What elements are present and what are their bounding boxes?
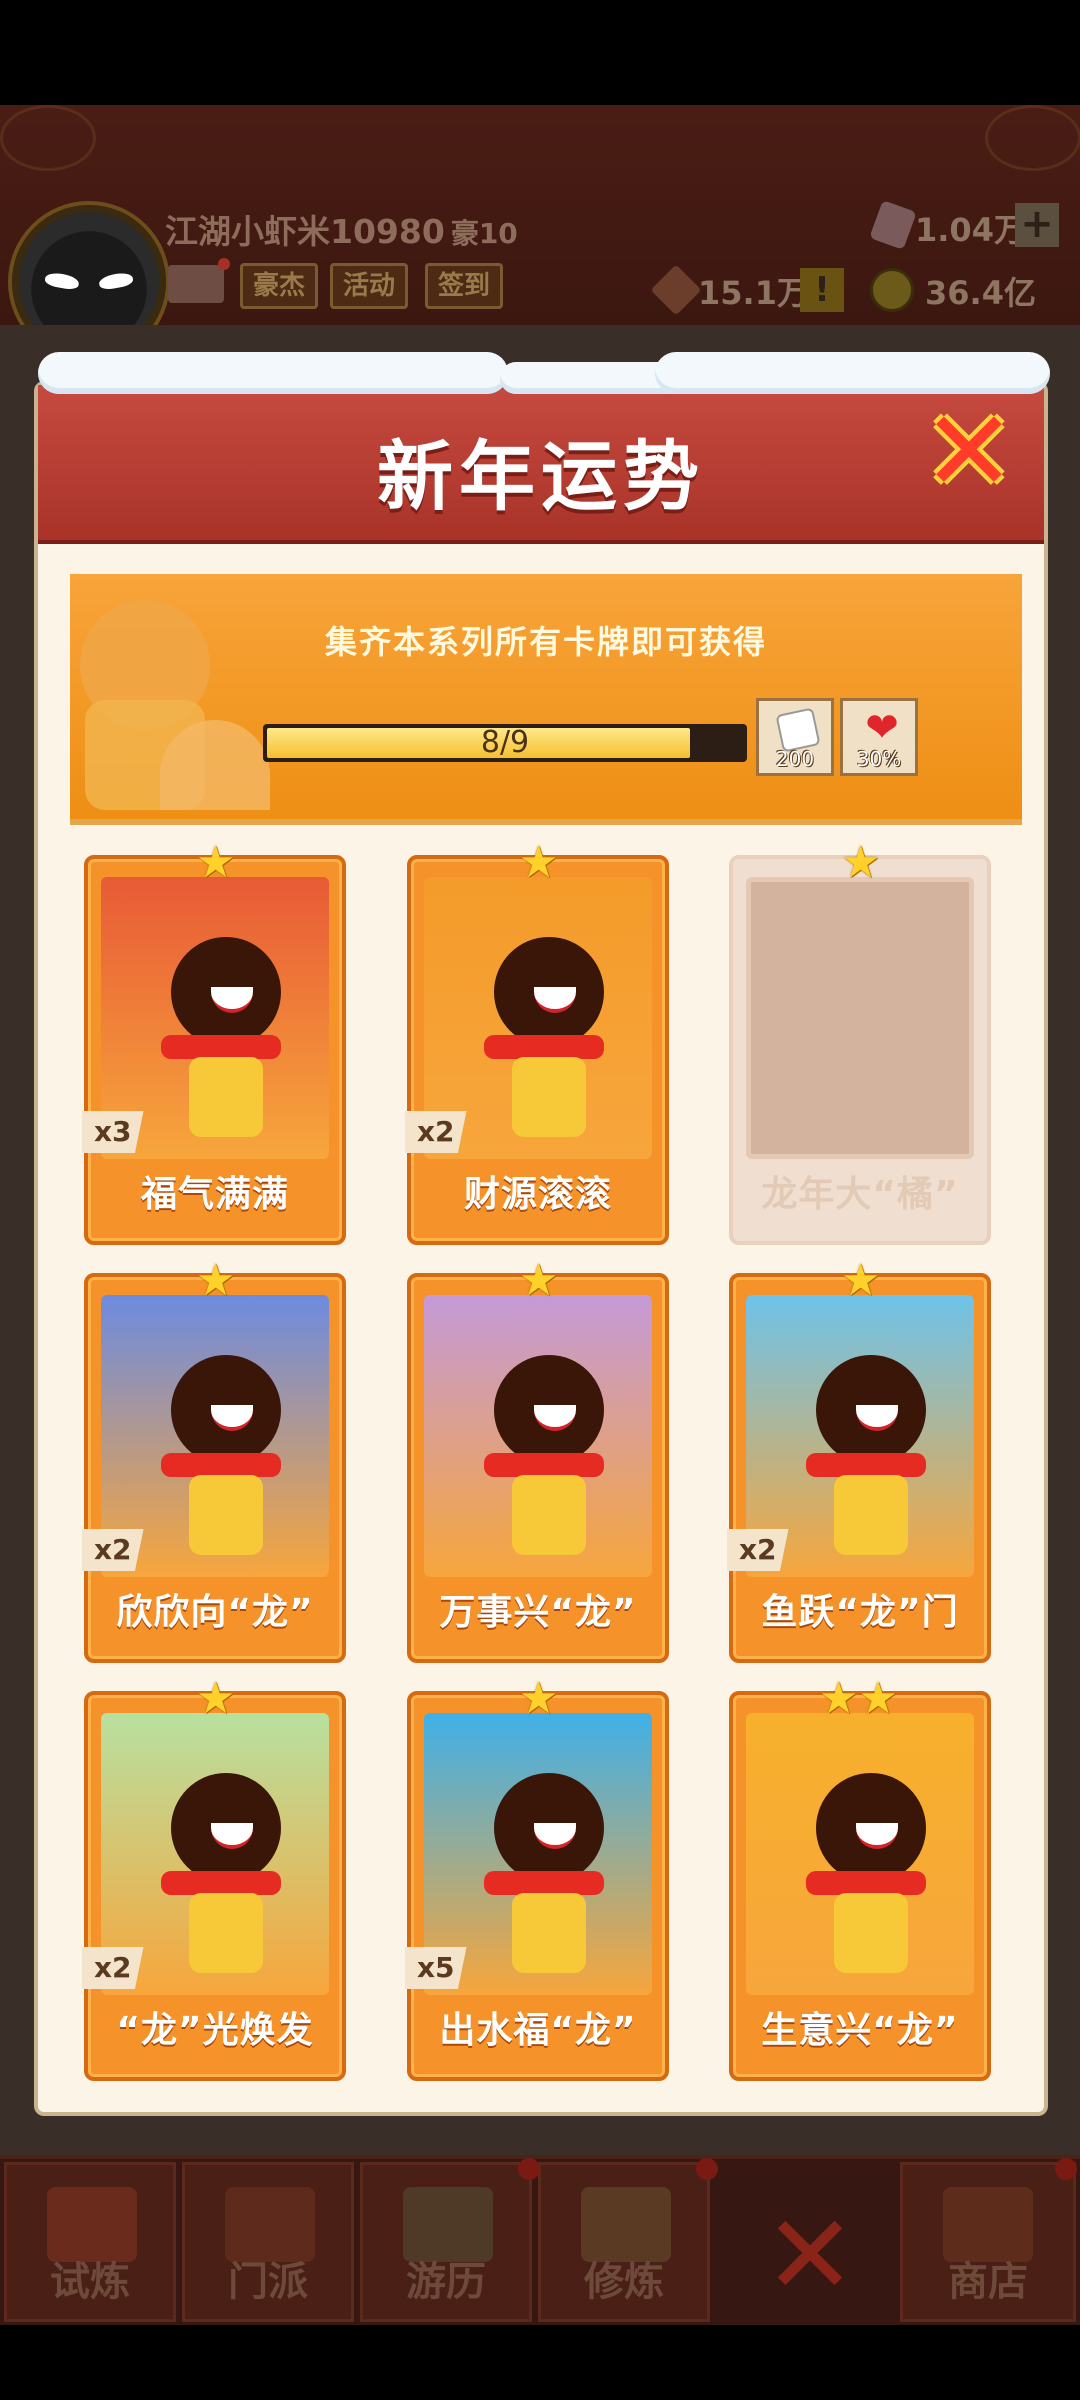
- star-icon: ★: [519, 1255, 559, 1306]
- character-scarf: [161, 1035, 281, 1059]
- system-nav-bar: [0, 2325, 1080, 2400]
- card-name: 龙年大“橘”: [761, 1174, 959, 1215]
- card-wealth-rolling[interactable]: ★ x2 财源滚滚: [405, 841, 669, 1245]
- card-dragon-orange[interactable]: ★ 龙年大“橘”: [729, 841, 991, 1245]
- character-body: [512, 1057, 586, 1137]
- star-icon: ★: [519, 837, 559, 888]
- character-scarf: [806, 1453, 926, 1477]
- star-icon: ★: [196, 1255, 236, 1306]
- events-button[interactable]: 活动: [330, 263, 409, 309]
- cloud-decoration: [0, 105, 96, 171]
- rank-badge: 豪10: [450, 217, 518, 250]
- nav-label: 门派: [228, 2259, 308, 2305]
- card-name: “龙”光焕发: [116, 2010, 314, 2051]
- character-scarf: [806, 1871, 926, 1895]
- power-value: 15.1万: [698, 274, 809, 312]
- card-count-badge: x5: [405, 1947, 467, 1989]
- nav-close-icon[interactable]: ✕: [760, 2200, 860, 2310]
- card-artwork: [424, 1295, 652, 1577]
- card-count-badge: x2: [82, 1529, 144, 1571]
- coins-value: 36.4亿: [925, 274, 1036, 312]
- checkin-button[interactable]: 签到: [425, 263, 504, 309]
- card-fish-leap-gate[interactable]: ★ x2 鱼跃“龙”门: [727, 1259, 991, 1663]
- nav-label: 商店: [948, 2259, 1028, 2305]
- character-body: [189, 1475, 263, 1555]
- card-count-badge: x3: [82, 1111, 144, 1153]
- nav-travel[interactable]: 游历: [360, 2162, 532, 2322]
- notification-dot: [1055, 2158, 1077, 2180]
- character-body: [834, 1893, 908, 1973]
- nav-cultivate[interactable]: 修炼: [538, 2162, 710, 2322]
- character-body: [189, 1057, 263, 1137]
- player-name: 江湖小虾米10980 豪10: [165, 212, 518, 251]
- card-name: 出水福“龙”: [439, 2010, 637, 2051]
- card-name: 福气满满: [140, 1174, 289, 1215]
- card-count-badge: x2: [405, 1111, 467, 1153]
- coin-icon: [870, 268, 914, 312]
- card-count-badge: x2: [82, 1947, 144, 1989]
- heart-icon: ❤: [865, 705, 899, 751]
- gems-value: 1.04万: [915, 211, 1026, 249]
- nav-sect[interactable]: 门派: [182, 2162, 354, 2322]
- character-body: [834, 1475, 908, 1555]
- reward-value: 30%: [856, 747, 902, 771]
- card-artwork: [746, 877, 974, 1159]
- banner-text: 集齐本系列所有卡牌即可获得: [324, 623, 767, 661]
- card-water-dragon[interactable]: ★ x5 出水福“龙”: [405, 1677, 669, 2081]
- modal-title: 新年运势: [377, 432, 705, 521]
- card-artwork: [746, 1713, 974, 1995]
- progress-text: 8/9: [480, 725, 530, 760]
- character-scarf: [161, 1453, 281, 1477]
- notification-dot: [218, 258, 230, 270]
- card-name: 鱼跃“龙”门: [761, 1592, 959, 1633]
- add-gems-button[interactable]: +: [1015, 203, 1059, 247]
- reward-dice[interactable]: 200: [756, 698, 834, 776]
- character-body: [189, 1893, 263, 1973]
- close-icon[interactable]: ✕: [922, 396, 1016, 508]
- card-name: 万事兴“龙”: [439, 1592, 637, 1633]
- card-count-badge: x2: [727, 1529, 789, 1571]
- card-name: 生意兴“龙”: [761, 2010, 959, 2051]
- star-icon: ★: [519, 1673, 559, 1724]
- character-scarf: [484, 1871, 604, 1895]
- card-dragon-radiance[interactable]: ★ x2 “龙”光焕发: [82, 1677, 346, 2081]
- nav-label: 修炼: [584, 2259, 664, 2305]
- nav-trial[interactable]: 试炼: [4, 2162, 176, 2322]
- card-name: 财源滚滚: [463, 1174, 612, 1215]
- star-icon: ★: [841, 837, 881, 888]
- nav-shop[interactable]: 商店: [900, 2162, 1076, 2322]
- mail-icon[interactable]: [168, 265, 224, 303]
- character-scarf: [161, 1871, 281, 1895]
- character-scarf: [484, 1453, 604, 1477]
- alert-button[interactable]: !: [800, 268, 844, 312]
- dice-icon: [775, 707, 821, 753]
- notification-dot: [518, 2158, 540, 2180]
- heroes-button[interactable]: 豪杰: [240, 263, 319, 309]
- card-business-dragon[interactable]: ★★ 生意兴“龙”: [729, 1677, 991, 2081]
- card-prosper-dragon[interactable]: ★ 万事兴“龙”: [407, 1259, 669, 1663]
- star-icon: ★★: [819, 1673, 898, 1724]
- card-name: 欣欣向“龙”: [116, 1592, 314, 1633]
- nav-label: 游历: [406, 2259, 486, 2305]
- star-icon: ★: [196, 837, 236, 888]
- snow-decoration: [38, 352, 508, 394]
- reward-value: 200: [775, 747, 815, 771]
- character-body: [512, 1893, 586, 1973]
- cloud-decoration: [985, 105, 1080, 171]
- card-fortune-full[interactable]: ★ x3 福气满满: [82, 841, 346, 1245]
- notification-dot: [696, 2158, 718, 2180]
- reward-heart[interactable]: ❤ 30%: [840, 698, 918, 776]
- card-rising-dragon[interactable]: ★ x2 欣欣向“龙”: [82, 1259, 346, 1663]
- star-icon: ★: [841, 1255, 881, 1306]
- character-body: [512, 1475, 586, 1555]
- character-scarf: [484, 1035, 604, 1059]
- nav-label: 试炼: [50, 2259, 130, 2305]
- status-bar: [0, 0, 1080, 105]
- star-icon: ★: [196, 1673, 236, 1724]
